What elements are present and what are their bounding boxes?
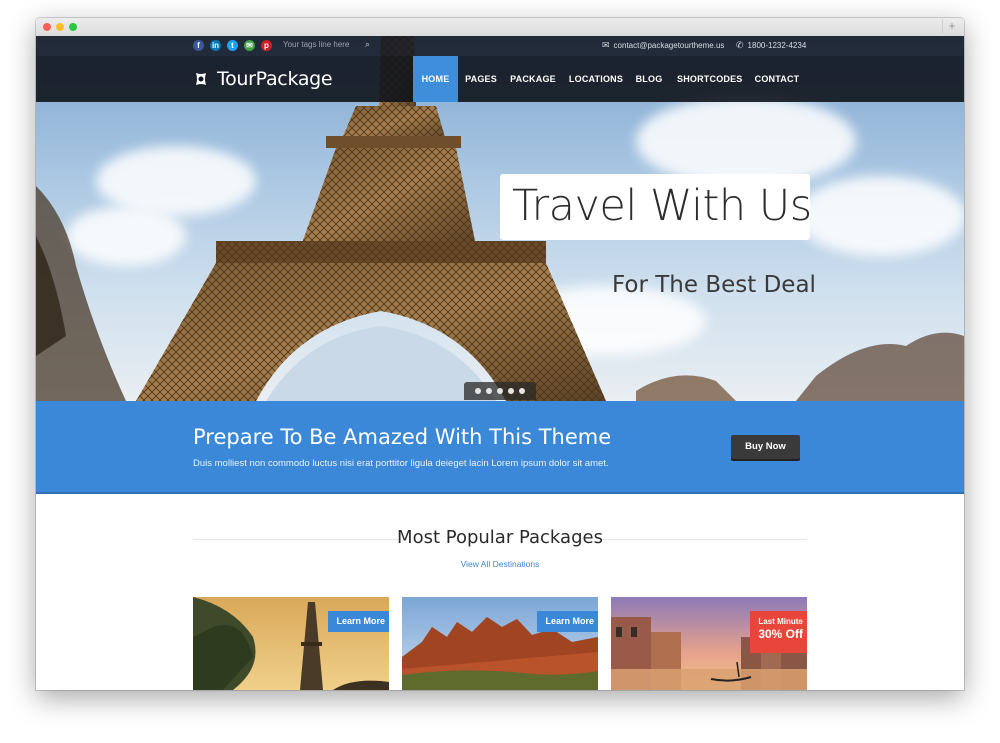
email-icon[interactable]: ✉	[244, 40, 255, 51]
linkedin-icon[interactable]: in	[210, 40, 221, 51]
hero-slider: f in t ✉ p Your tags line here ⌕ ✉ contac…	[36, 36, 964, 401]
slider-dot[interactable]	[519, 388, 525, 394]
tagline-text: Your tags line here	[283, 40, 350, 49]
nav-home[interactable]: HOME	[413, 56, 458, 102]
nav-pages[interactable]: PAGES	[460, 56, 502, 102]
top-bar: f in t ✉ p Your tags line here ⌕ ✉ contac…	[36, 36, 964, 56]
section-title: Most Popular Packages	[397, 527, 603, 548]
view-all-destinations-link[interactable]: View All Destinations	[36, 559, 964, 569]
maximize-window-button[interactable]	[69, 23, 77, 31]
browser-window: + f in t ✉ p Your tags line here ⌕ ✉ con…	[36, 18, 964, 690]
minimize-window-button[interactable]	[56, 23, 64, 31]
phone-icon: ✆	[736, 40, 744, 50]
hero-subtitle: For The Best Deal	[612, 272, 816, 298]
search-icon[interactable]: ⌕	[365, 39, 370, 50]
buy-now-button[interactable]: Buy Now	[731, 435, 800, 459]
nav-package[interactable]: PACKAGE	[508, 56, 558, 102]
close-window-button[interactable]	[43, 23, 51, 31]
slider-dot[interactable]	[475, 388, 481, 394]
nav-contact[interactable]: CONTACT	[752, 56, 802, 102]
envelope-icon: ✉	[602, 40, 610, 50]
last-minute-offer-tag[interactable]: Last Minute 30% Off	[750, 611, 807, 653]
nav-blog[interactable]: BLOG	[633, 56, 665, 102]
site-logo[interactable]: TourPackage	[193, 68, 333, 90]
facebook-icon[interactable]: f	[193, 40, 204, 51]
promo-title: Prepare To Be Amazed With This Theme	[193, 425, 612, 449]
slider-pagination	[464, 382, 536, 400]
logo-icon	[196, 73, 206, 85]
slider-dot[interactable]	[497, 388, 503, 394]
offer-discount: 30% Off	[758, 627, 803, 641]
contact-email[interactable]: ✉ contact@packagetourtheme.us	[602, 40, 724, 51]
contact-email-text: contact@packagetourtheme.us	[613, 41, 725, 50]
window-chrome: +	[36, 18, 964, 37]
new-tab-icon[interactable]: +	[942, 19, 958, 33]
nav-locations[interactable]: LOCATIONS	[566, 56, 626, 102]
promo-text: Duis molliest non commodo luctus nisi er…	[193, 458, 609, 469]
logo-text: TourPackage	[217, 68, 333, 90]
pinterest-icon[interactable]: p	[261, 40, 272, 51]
slider-dot[interactable]	[486, 388, 492, 394]
learn-more-tag[interactable]: Learn More	[328, 611, 389, 632]
contact-phone[interactable]: ✆ 1800-1232-4234	[736, 40, 806, 51]
package-card[interactable]: Learn More	[402, 597, 598, 690]
contact-phone-text: 1800-1232-4234	[747, 41, 807, 50]
package-card[interactable]: Learn More	[193, 597, 389, 690]
package-card[interactable]: Last Minute 30% Off	[611, 597, 807, 690]
learn-more-tag[interactable]: Learn More	[537, 611, 598, 632]
hero-title: Travel With Us	[512, 181, 812, 231]
main-navbar: TourPackage HOME PAGES PACKAGE LOCATIONS…	[36, 56, 964, 102]
slider-dot[interactable]	[508, 388, 514, 394]
nav-shortcodes[interactable]: SHORTCODES	[677, 56, 742, 102]
promo-banner: Prepare To Be Amazed With This Theme Dui…	[36, 401, 964, 494]
twitter-icon[interactable]: t	[227, 40, 238, 51]
